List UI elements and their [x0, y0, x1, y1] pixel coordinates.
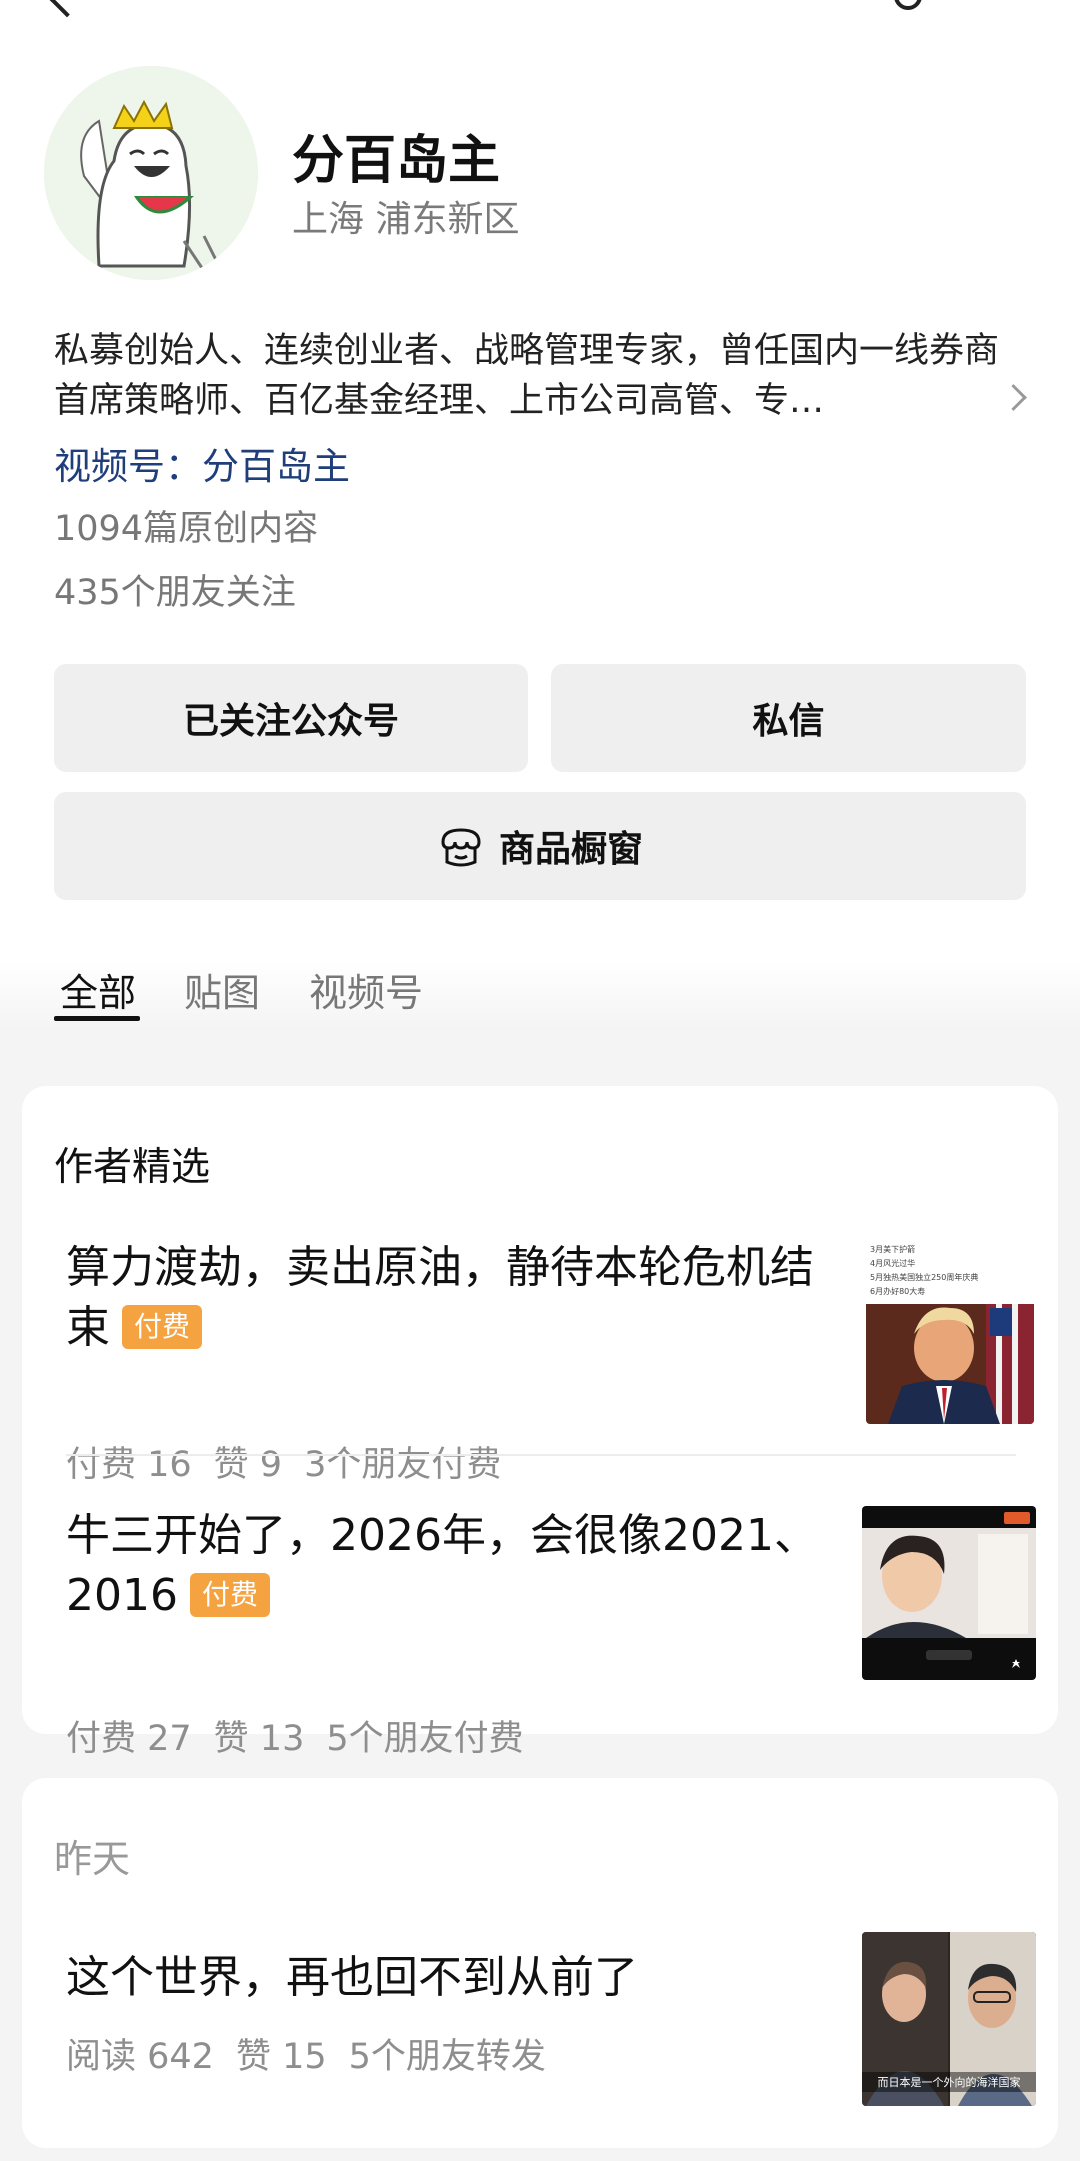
thumb-text-line: 3月美下护箭: [870, 1244, 915, 1254]
featured-card: 作者精选 算力渡劫，卖出原油，静待本轮危机结束 付费 付费 16 赞 9 3个朋友付费…: [22, 1086, 1058, 1759]
avatar-image: [44, 66, 258, 280]
thumb-caption: 而日本是一个外向的海洋国家: [878, 2075, 1021, 2089]
profile-bio[interactable]: 私募创始人、连续创业者、战略管理专家，曾任国内一线券商首席策略师、百亿基金经理、…: [54, 326, 1024, 426]
profile-location: 上海 浦东新区: [292, 199, 520, 240]
original-count[interactable]: 1094篇原创内容: [54, 500, 318, 551]
meta-likes: 赞 13: [213, 1719, 305, 1759]
meta-friends: 5个朋友付费: [326, 1719, 524, 1759]
message-button[interactable]: 私信: [551, 664, 1026, 772]
tab-video-channel[interactable]: 视频号: [309, 962, 423, 1017]
avatar[interactable]: [44, 66, 258, 280]
thumb-text-line: 4月风光过华: [870, 1258, 915, 1268]
article-item[interactable]: 算力渡劫，卖出原油，静待本轮危机结束 付费 付费 16 赞 9 3个朋友付费 3月美下…: [66, 1238, 1046, 1485]
thumb-text-line: 5月独热美国独立250周年庆典: [870, 1272, 978, 1282]
article-meta: 阅读 642 赞 15 5个朋友转发: [66, 2028, 568, 2079]
meta-reads: 阅读 642: [66, 2037, 214, 2077]
article-thumbnail: 3月美下护箭 4月风光过华 5月独热美国独立250周年庆典 6月办好80大寿: [866, 1238, 1034, 1424]
tab-active-indicator: [54, 1016, 140, 1021]
thumb-text-line: 6月办好80大寿: [870, 1286, 925, 1296]
meta-paid-count: 付费 27: [66, 1719, 192, 1759]
paid-badge: 付费: [189, 1573, 270, 1617]
meta-likes: 赞 15: [235, 2037, 327, 2077]
follow-button[interactable]: 已关注公众号: [54, 664, 528, 772]
article-thumbnail: [862, 1506, 1036, 1680]
shop-icon: [441, 828, 481, 867]
friends-following[interactable]: 435个朋友关注: [54, 564, 296, 615]
article-title: 算力渡劫，卖出原油，静待本轮危机结束 付费: [66, 1238, 846, 1358]
paid-badge: 付费: [122, 1305, 203, 1349]
meta-friends: 3个朋友付费: [304, 1445, 502, 1485]
article-meta: 付费 16 赞 9 3个朋友付费: [66, 1436, 523, 1487]
shop-window-label: 商品橱窗: [498, 829, 643, 870]
profile-name: 分百岛主: [292, 131, 501, 191]
yesterday-card: 昨天 这个世界，再也回不到从前了 阅读 642 赞 15 5个朋友转发 而日本是一个…: [22, 1778, 1058, 2148]
tab-all[interactable]: 全部: [60, 962, 136, 1017]
shop-window-button[interactable]: 商品橱窗: [54, 792, 1026, 900]
article-title-text: 牛三开始了，2026年，会很像2021、2016: [66, 1510, 818, 1621]
article-thumbnail: 而日本是一个外向的海洋国家: [862, 1932, 1036, 2106]
tab-photos[interactable]: 贴图: [184, 962, 260, 1017]
featured-title: 作者精选: [54, 1145, 211, 1190]
meta-likes: 赞 9: [213, 1445, 283, 1485]
article-title: 牛三开始了，2026年，会很像2021、2016 付费: [66, 1506, 846, 1626]
meta-paid-count: 付费 16: [66, 1445, 192, 1485]
article-item[interactable]: 这个世界，再也回不到从前了 阅读 642 赞 15 5个朋友转发 而日本是一个外向的…: [66, 1932, 1046, 2106]
article-title: 这个世界，再也回不到从前了: [66, 1952, 638, 2003]
video-channel-link[interactable]: 视频号：分百岛主: [54, 436, 350, 490]
meta-friends: 5个朋友转发: [348, 2037, 546, 2077]
article-meta: 付费 27 赞 13 5个朋友付费: [66, 1710, 546, 1761]
article-item[interactable]: 牛三开始了，2026年，会很像2021、2016 付费 付费 27 赞 13 5个朋友…: [66, 1506, 1046, 1759]
date-section-title: 昨天: [54, 1837, 131, 1881]
divider: [66, 1454, 1016, 1456]
